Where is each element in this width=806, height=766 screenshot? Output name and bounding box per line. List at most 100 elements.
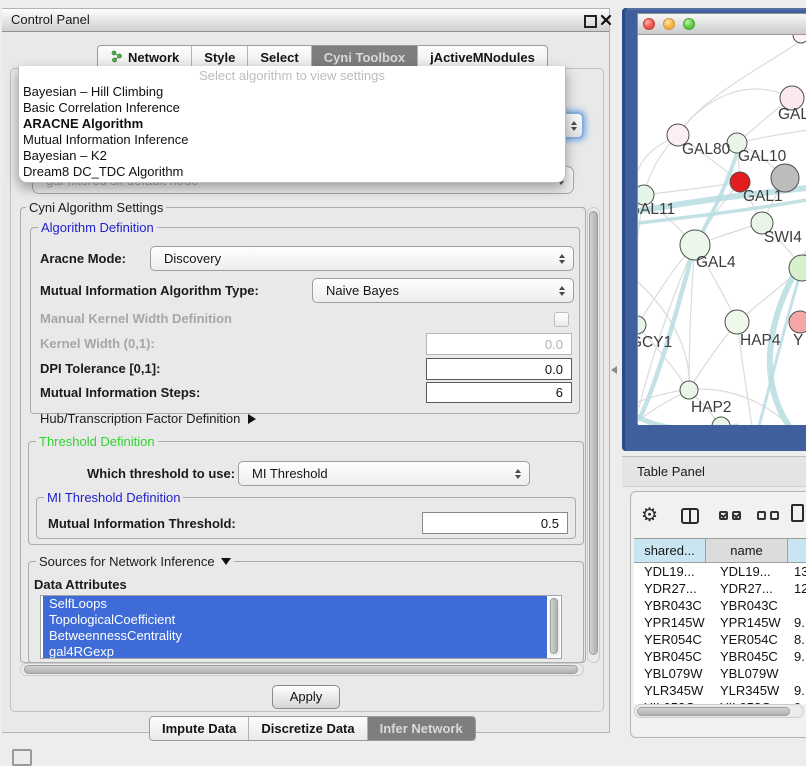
tab-label: Select <box>260 50 298 65</box>
dropdown-item[interactable]: Dream8 DC_TDC Algorithm <box>19 164 565 180</box>
dropdown-item[interactable]: ARACNE Algorithm <box>19 116 565 132</box>
aracne-mode-value: Discovery <box>164 251 221 266</box>
table-row[interactable]: YER054CYER054C8. <box>634 631 806 648</box>
close-icon[interactable] <box>600 14 612 26</box>
panel-divider-handle[interactable] <box>611 366 617 374</box>
dpi-tolerance-label: DPI Tolerance [0,1]: <box>40 359 160 379</box>
table-cell: 9. <box>788 614 806 631</box>
network-node[interactable] <box>793 35 806 43</box>
gear-icon[interactable]: ⚙ <box>641 505 658 527</box>
table-cell <box>788 665 806 682</box>
table-cell: YBL079W <box>634 665 706 682</box>
attribute-list-item[interactable]: TopologicalCoefficient <box>43 612 547 628</box>
network-node-gcy1[interactable] <box>638 316 646 334</box>
table-row[interactable]: YBR045CYBR045C9. <box>634 648 806 665</box>
cyni-bottom-tabs: Impute Data Discretize Data Infer Network <box>149 716 476 741</box>
select-all-checkbox-icon[interactable] <box>732 511 741 520</box>
table-cell: YBR043C <box>706 597 788 614</box>
network-node-hap4[interactable] <box>725 310 749 334</box>
network-canvas[interactable]: GALGAL80GAL10GAL1GAL11SWI4GAL4GCY1HAP4YH… <box>638 35 806 425</box>
kernel-width-label: Kernel Width (0,1): <box>40 334 155 354</box>
table-row[interactable]: YPR145WYPR145W9. <box>634 614 806 631</box>
zoom-traffic-light-icon[interactable] <box>683 18 695 30</box>
network-node-hap2[interactable] <box>680 381 698 399</box>
mi-threshold-value: 0.5 <box>541 516 559 531</box>
mi-steps-label: Mutual Information Steps: <box>40 383 200 403</box>
mi-threshold-field[interactable]: 0.5 <box>422 512 568 534</box>
sources-title-label: Sources for Network Inference <box>39 554 215 569</box>
control-panel-window: Control Panel NetworkStyleSelectCyni Too… <box>2 8 610 733</box>
network-graph: GALGAL80GAL10GAL1GAL11SWI4GAL4GCY1HAP4YH… <box>638 35 806 425</box>
tab-label: Network <box>128 50 179 65</box>
node-label: GAL4 <box>696 254 736 271</box>
kernel-width-field[interactable]: 0.0 <box>426 333 572 355</box>
hub-expander[interactable]: Hub/Transcription Factor Definition <box>40 409 256 429</box>
algorithm-definition-title: Algorithm Definition <box>38 220 157 235</box>
column-header-name[interactable]: name <box>706 539 788 562</box>
apply-button[interactable]: Apply <box>272 685 340 709</box>
sources-group-title[interactable]: Sources for Network Inference <box>36 554 234 569</box>
minimize-traffic-light-icon[interactable] <box>663 18 675 30</box>
settings-vertical-scrollbar[interactable] <box>587 207 600 663</box>
table-cell: YLR345W <box>634 682 706 699</box>
dropdown-item[interactable]: Bayesian – Hill Climbing <box>19 84 565 100</box>
dropdown-item[interactable]: Basic Correlation Inference <box>19 100 565 116</box>
tab-label: Discretize Data <box>261 721 354 736</box>
network-tab-icon <box>110 50 123 66</box>
table-cell: YER054C <box>634 631 706 648</box>
node-label: GAL <box>778 106 806 123</box>
combo-spinner-icon <box>571 121 577 131</box>
table-row[interactable]: YBL079WYBL079W <box>634 665 806 682</box>
attribute-list-scrollbar[interactable] <box>549 597 560 657</box>
node-label: Y <box>793 332 803 349</box>
dpi-tolerance-value: 0.0 <box>545 362 563 377</box>
node-label: GAL80 <box>682 141 731 158</box>
table-horizontal-scrollbar[interactable] <box>634 704 804 718</box>
mi-steps-field[interactable]: 6 <box>426 382 572 403</box>
manual-kernel-checkbox[interactable] <box>554 312 569 327</box>
bottom-tab-discretize-data[interactable]: Discretize Data <box>249 717 367 740</box>
columns-icon[interactable] <box>681 508 699 524</box>
mi-type-combo[interactable]: Naive Bayes <box>312 278 574 303</box>
mi-threshold-label: Mutual Information Threshold: <box>48 514 236 534</box>
select-all-checkbox-icon[interactable] <box>719 511 728 520</box>
algorithm-dropdown-placeholder: Select algorithm to view settings <box>19 68 565 84</box>
network-node-y[interactable] <box>789 311 806 333</box>
dropdown-item[interactable]: Mutual Information Inference <box>19 132 565 148</box>
table-cell: YDR27... <box>634 580 706 597</box>
dock-panel-icon[interactable] <box>12 749 32 766</box>
table-row[interactable]: YLR345WYLR345W9. <box>634 682 806 699</box>
close-traffic-light-icon[interactable] <box>643 18 655 30</box>
data-attributes-list[interactable]: SelfLoopsTopologicalCoefficientBetweenne… <box>40 595 562 659</box>
settings-horizontal-scrollbar[interactable] <box>20 663 584 676</box>
table-cell: 8. <box>788 631 806 648</box>
bottom-tab-infer-network[interactable]: Infer Network <box>368 717 475 740</box>
table-cell: YPR145W <box>634 614 706 631</box>
settings-group-title: Cyni Algorithm Settings <box>26 200 166 215</box>
manual-kernel-label: Manual Kernel Width Definition <box>40 309 232 329</box>
table-cell: YDR27... <box>706 580 788 597</box>
float-window-icon[interactable] <box>584 15 597 28</box>
export-table-icon[interactable] <box>791 504 804 522</box>
deselect-all-checkbox-icon[interactable] <box>757 511 766 520</box>
dpi-tolerance-field[interactable]: 0.0 <box>426 358 572 380</box>
bottom-tab-impute-data[interactable]: Impute Data <box>150 717 249 740</box>
table-row[interactable]: YBR043CYBR043C <box>634 597 806 614</box>
table-row[interactable]: YDL19...YDL19...13 <box>634 563 806 580</box>
attribute-list-item[interactable]: SelfLoops <box>43 596 547 612</box>
node-label: SWI4 <box>764 229 802 246</box>
node-label: HAP2 <box>691 399 732 416</box>
table-cell: 13 <box>788 563 806 580</box>
table-row[interactable]: YDR27...YDR27...12 <box>634 580 806 597</box>
dropdown-item[interactable]: Bayesian – K2 <box>19 148 565 164</box>
aracne-mode-combo[interactable]: Discovery <box>150 246 574 271</box>
column-header-third[interactable] <box>788 539 806 562</box>
algorithm-dropdown-items: Bayesian – Hill ClimbingBasic Correlatio… <box>19 84 565 180</box>
attribute-list-item[interactable]: gal4RGexp <box>43 644 547 659</box>
table-cell: YER054C <box>706 631 788 648</box>
control-panel-title: Control Panel <box>11 9 90 31</box>
attribute-list-item[interactable]: BetweennessCentrality <box>43 628 547 644</box>
which-threshold-combo[interactable]: MI Threshold <box>238 461 530 486</box>
column-header-shared-name[interactable]: shared... <box>634 539 706 562</box>
deselect-all-checkbox-icon[interactable] <box>770 511 779 520</box>
